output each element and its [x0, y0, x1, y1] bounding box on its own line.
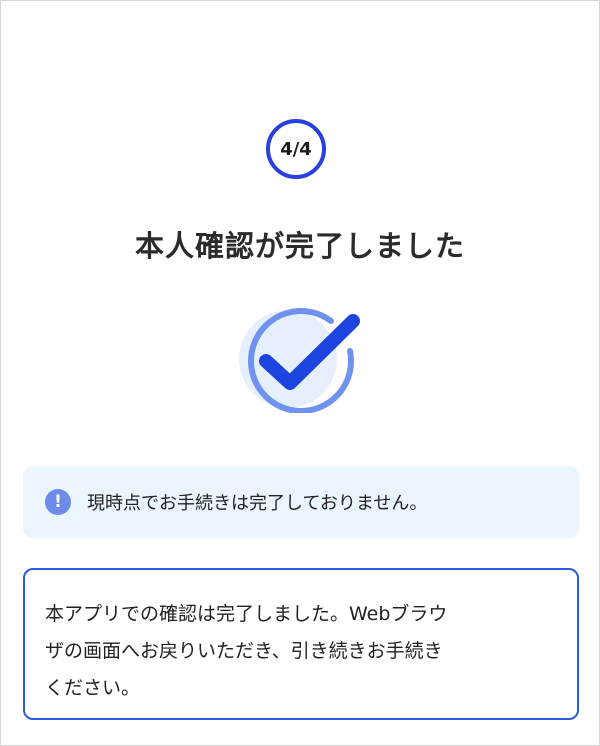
- message-line-3: ください。: [45, 677, 141, 699]
- info-exclamation-icon: !: [45, 489, 71, 515]
- notice-text: 現時点でお手続きは完了しておりません。: [87, 493, 428, 514]
- message-line-2: ザの画面へお戻りいただき、引き続きお手続き: [45, 640, 443, 662]
- notice-banner: ! 現時点でお手続きは完了しておりません。: [23, 466, 579, 538]
- message-line-1: 本アプリでの確認は完了しました。Webブラウ: [45, 603, 448, 625]
- message-box: 本アプリでの確認は完了しました。Webブラウ ザの画面へお戻りいただき、引き続き…: [23, 568, 579, 720]
- check-icon: [239, 308, 360, 414]
- page-title: 本人確認が完了しました: [134, 229, 465, 263]
- step-label: 4/4: [280, 138, 312, 160]
- step-indicator: 4/4: [266, 119, 326, 179]
- screen-frame: 4/4 本人確認が完了しました ! 現時点でお手続きは完了しておりません。 本ア…: [0, 0, 600, 746]
- completion-check-icon: [233, 303, 365, 414]
